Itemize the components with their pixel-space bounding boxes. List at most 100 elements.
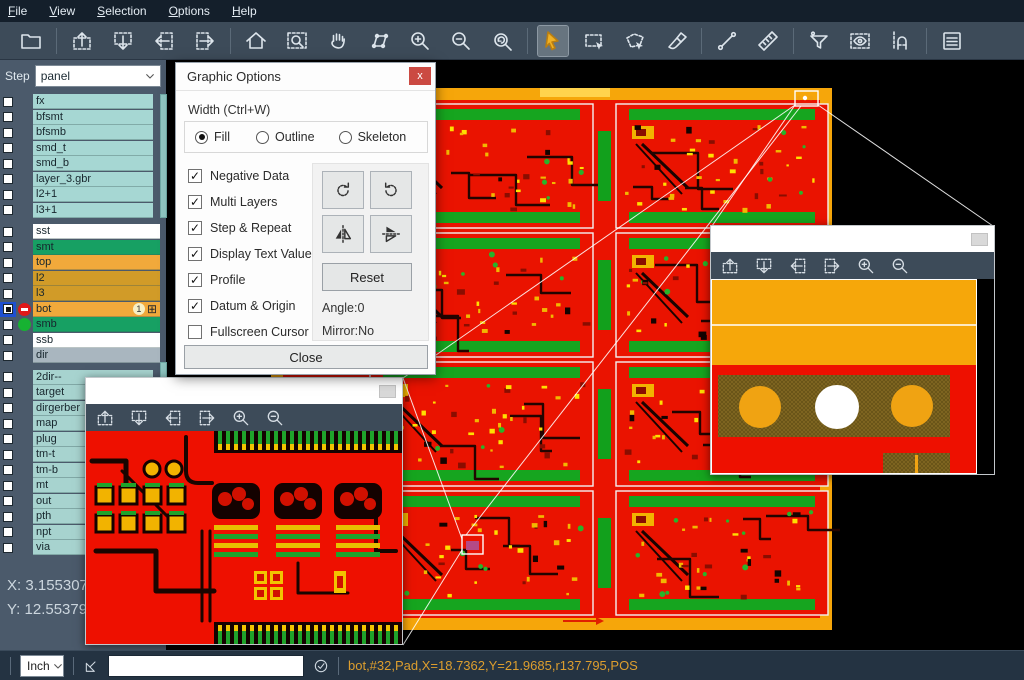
select-button[interactable] — [538, 26, 568, 56]
layer-visible-checkbox-mt[interactable] — [0, 478, 16, 493]
checkbox-datum-origin[interactable]: ✓Datum & Origin — [188, 293, 312, 319]
magnifier-right-window-button[interactable] — [971, 233, 988, 246]
ruler-button[interactable] — [753, 26, 783, 56]
checkbox-profile[interactable]: ✓Profile — [188, 267, 312, 293]
layer-visible-checkbox-l3[interactable] — [0, 286, 16, 301]
menu-view[interactable]: View — [49, 4, 75, 18]
pan-left-button[interactable] — [787, 255, 809, 277]
zoom-out-button[interactable] — [446, 26, 476, 56]
layer-row-smb[interactable]: smb — [0, 317, 160, 332]
angle-corner-icon[interactable] — [83, 658, 99, 674]
pan-right-button[interactable] — [821, 255, 843, 277]
menu-help[interactable]: Help — [232, 4, 257, 18]
pan-down-button[interactable] — [108, 26, 138, 56]
radio-fill[interactable]: Fill — [195, 130, 230, 144]
layer-row-dir[interactable]: dir — [0, 348, 160, 363]
pan-down-button[interactable] — [753, 255, 775, 277]
step-select[interactable]: panel — [35, 65, 161, 87]
unit-select[interactable]: Inch — [20, 655, 64, 677]
magnifier-right-view[interactable] — [711, 279, 994, 474]
zoom-in-button[interactable] — [855, 255, 877, 277]
layer-visible-checkbox-bfsmb[interactable] — [0, 125, 16, 140]
layer-visible-checkbox-target[interactable] — [0, 385, 16, 400]
layer-visible-checkbox-bfsmt[interactable] — [0, 110, 16, 125]
layer-visible-checkbox-dir[interactable] — [0, 348, 16, 363]
menu-file[interactable]: File — [8, 4, 27, 18]
zoom-home-button[interactable] — [241, 26, 271, 56]
layer-visible-checkbox-tm-t[interactable] — [0, 447, 16, 462]
open-file-button[interactable] — [16, 26, 46, 56]
layer-visible-checkbox-plug[interactable] — [0, 432, 16, 447]
layer-visible-checkbox-npt[interactable] — [0, 525, 16, 540]
layer-row-l2[interactable]: l2 — [0, 271, 160, 286]
layer-row-bfsmb[interactable]: bfsmb — [0, 125, 160, 140]
layer-visible-checkbox-smb[interactable] — [0, 317, 16, 332]
zoom-window-button[interactable] — [282, 26, 312, 56]
checkbox-step-repeat[interactable]: ✓Step & Repeat — [188, 215, 312, 241]
layer-visible-checkbox-tm-b[interactable] — [0, 463, 16, 478]
layer-scrollbar-top[interactable] — [160, 94, 167, 218]
layer-visible-checkbox-ssb[interactable] — [0, 333, 16, 348]
rotate-ccw-button[interactable] — [370, 171, 412, 209]
layer-visible-checkbox-map[interactable] — [0, 416, 16, 431]
menu-selection[interactable]: Selection — [97, 4, 146, 18]
layer-row-layer_3.gbr[interactable]: layer_3.gbr — [0, 172, 160, 187]
magnifier-left-window-button[interactable] — [379, 385, 396, 398]
layer-row-l2+1[interactable]: l2+1 — [0, 187, 160, 202]
view-options-button[interactable] — [845, 26, 875, 56]
menu-options[interactable]: Options — [169, 4, 210, 18]
layers-panel-button[interactable] — [937, 26, 967, 56]
layer-row-bot[interactable]: bot1⊞ — [0, 302, 160, 317]
layer-visible-checkbox-smt[interactable] — [0, 240, 16, 255]
layer-row-smd_t[interactable]: smd_t — [0, 141, 160, 156]
rotate-cw-button[interactable] — [322, 171, 364, 209]
pan-up-button[interactable] — [94, 407, 116, 429]
layer-row-sst[interactable]: sst — [0, 224, 160, 239]
layer-visible-checkbox-out[interactable] — [0, 494, 16, 509]
layer-visible-checkbox-sst[interactable] — [0, 224, 16, 239]
pan-up-button[interactable] — [719, 255, 741, 277]
layer-visible-checkbox-smd_b[interactable] — [0, 156, 16, 171]
radio-skeleton[interactable]: Skeleton — [339, 130, 407, 144]
layer-visible-checkbox-l2[interactable] — [0, 271, 16, 286]
layer-row-l3[interactable]: l3 — [0, 286, 160, 301]
layer-visible-checkbox-via[interactable] — [0, 540, 16, 555]
checkbox-negative-data[interactable]: ✓Negative Data — [188, 163, 312, 189]
pan-right-button[interactable] — [190, 26, 220, 56]
select-poly-button[interactable] — [620, 26, 650, 56]
zoom-in-button[interactable] — [405, 26, 435, 56]
filter-button[interactable] — [804, 26, 834, 56]
pan-left-button[interactable] — [149, 26, 179, 56]
layer-visible-checkbox-smd_t[interactable] — [0, 141, 16, 156]
layer-visible-checkbox-bot[interactable] — [0, 302, 16, 317]
layer-visible-checkbox-layer_3.gbr[interactable] — [0, 172, 16, 187]
checkbox-multi-layers[interactable]: ✓Multi Layers — [188, 189, 312, 215]
magnifier-left-titlebar[interactable] — [86, 378, 402, 404]
checkbox-fullscreen-cursor[interactable]: Fullscreen Cursor — [188, 319, 312, 345]
layer-row-smt[interactable]: smt — [0, 240, 160, 255]
select-rect-button[interactable] — [579, 26, 609, 56]
layer-row-top[interactable]: top — [0, 255, 160, 270]
pan-up-button[interactable] — [67, 26, 97, 56]
radio-outline[interactable]: Outline — [256, 130, 315, 144]
zoom-out-button[interactable] — [889, 255, 911, 277]
pan-left-button[interactable] — [162, 407, 184, 429]
zoom-object-button[interactable] — [364, 26, 394, 56]
zoom-out-button[interactable] — [264, 407, 286, 429]
close-button[interactable]: Close — [184, 345, 428, 369]
checkbox-display-text-value[interactable]: ✓Display Text Value — [188, 241, 312, 267]
flip-vertical-button[interactable] — [370, 215, 412, 253]
pan-right-button[interactable] — [196, 407, 218, 429]
command-input[interactable] — [108, 655, 304, 677]
layer-visible-checkbox-l3+1[interactable] — [0, 203, 16, 218]
layer-visible-checkbox-2dir--[interactable] — [0, 370, 16, 385]
measure-button[interactable] — [712, 26, 742, 56]
magnifier-right-titlebar[interactable] — [711, 226, 994, 252]
layer-row-l3+1[interactable]: l3+1 — [0, 203, 160, 218]
magnifier-left-view[interactable] — [86, 431, 402, 644]
flip-horizontal-button[interactable] — [322, 215, 364, 253]
zoom-in-button[interactable] — [230, 407, 252, 429]
snap-button[interactable] — [886, 26, 916, 56]
layer-row-bfsmt[interactable]: bfsmt — [0, 110, 160, 125]
zoom-previous-button[interactable] — [487, 26, 517, 56]
